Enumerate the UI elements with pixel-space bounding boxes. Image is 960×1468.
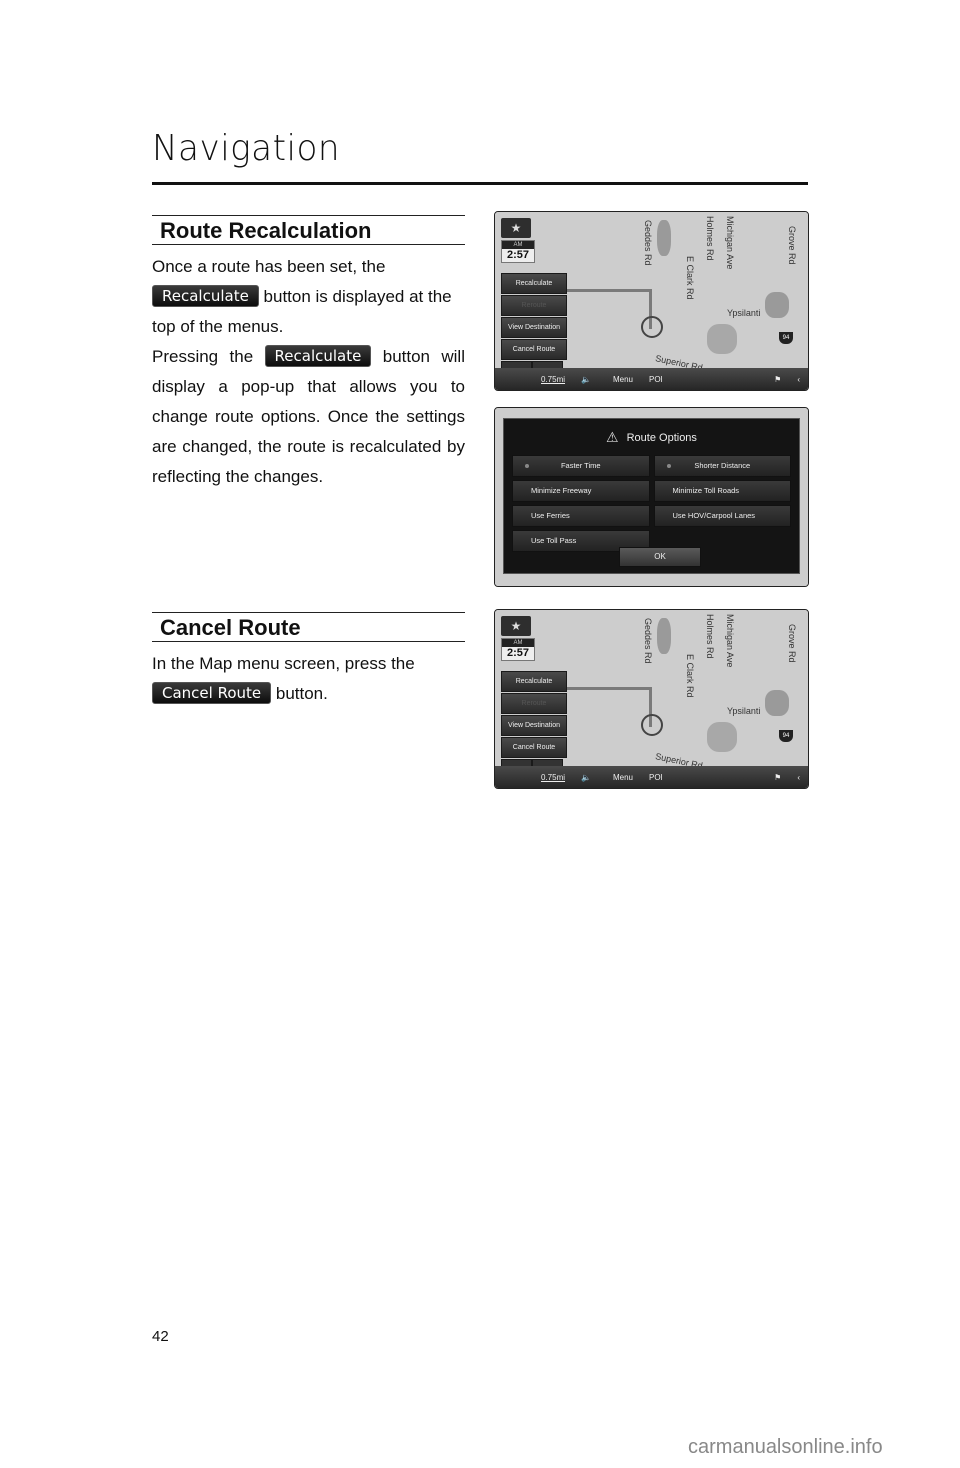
option-label: Minimize Toll Roads <box>672 486 740 495</box>
page-number: 42 <box>152 1328 169 1345</box>
star-icon[interactable]: ★ <box>501 218 531 238</box>
road-label: E Clark Rd <box>685 256 695 300</box>
title-divider <box>152 182 808 185</box>
cancel-paragraph: In the Map menu screen, press the Cancel… <box>152 649 465 709</box>
route-line <box>563 687 651 690</box>
road-label: Grove Rd <box>787 226 797 265</box>
section-heading-route-recalculation: Route Recalculation <box>152 215 465 245</box>
cancel-route-button[interactable]: Cancel Route <box>501 339 567 360</box>
checkered-flag-icon[interactable]: ⚑ <box>766 773 789 782</box>
cancel-route-button-inline: Cancel Route <box>152 682 272 704</box>
road-label: Geddes Rd <box>643 220 653 266</box>
star-icon[interactable]: ★ <box>501 616 531 636</box>
road-label: Holmes Rd <box>705 614 715 659</box>
road-label: Holmes Rd <box>705 216 715 261</box>
option-shorter-distance[interactable]: Shorter Distance <box>653 455 791 477</box>
popup-title-text: Route Options <box>626 432 697 444</box>
map-bottom-bar: 0.75mi 🔈 Menu POI ⚑ ‹ <box>495 766 808 788</box>
ampm: AM <box>502 639 534 647</box>
option-label: Minimize Freeway <box>531 486 592 495</box>
lake <box>657 220 671 256</box>
view-destination-button[interactable]: View Destination <box>501 317 567 338</box>
clock: AM 2:57 <box>501 638 535 661</box>
chevron-left-icon[interactable]: ‹ <box>789 773 808 782</box>
highway-shield: 94 <box>779 332 793 344</box>
road-label: Michigan Ave <box>725 614 735 668</box>
checkered-flag-icon[interactable]: ⚑ <box>766 375 789 384</box>
lake <box>765 690 789 716</box>
popup-title: ⚠ Route Options <box>504 427 799 447</box>
text: button will display a pop-up that allows… <box>152 347 465 486</box>
page-title: Navigation <box>152 128 341 169</box>
car-position-marker <box>641 714 663 736</box>
option-faster-time[interactable]: Faster Time <box>512 455 650 477</box>
speaker-icon[interactable]: 🔈 <box>573 773 599 782</box>
recalc-paragraph-1: Once a route has been set, the Recalcula… <box>152 252 465 342</box>
route-options-popup: ⚠ Route Options Faster Time Shorter Dista… <box>503 418 800 574</box>
menu-button[interactable]: Menu <box>605 375 641 384</box>
map-screenshot-1: Geddes Rd Holmes Rd Michigan Ave E Clark… <box>494 211 809 391</box>
recalculate-button-inline: Recalculate <box>264 345 372 367</box>
view-destination-button[interactable]: View Destination <box>501 715 567 736</box>
warning-icon: ⚠ <box>606 429 619 445</box>
option-minimize-toll-roads[interactable]: Minimize Toll Roads <box>653 480 791 502</box>
speaker-icon[interactable]: 🔈 <box>573 375 599 384</box>
section-heading-cancel-route: Cancel Route <box>152 612 465 642</box>
watermark: carmanualsonline.info <box>688 1436 883 1458</box>
text: Once a route has been set, the <box>152 257 386 276</box>
option-label: Faster Time <box>560 461 601 470</box>
section-heading-text: Cancel Route <box>160 615 301 640</box>
road-label: Ypsilanti <box>727 308 761 318</box>
road-label: Ypsilanti <box>727 706 761 716</box>
road-label: E Clark Rd <box>685 654 695 698</box>
cancel-route-button[interactable]: Cancel Route <box>501 737 567 758</box>
radio-indicator <box>525 464 529 468</box>
option-label: Use Toll Pass <box>531 536 577 545</box>
park <box>707 722 737 752</box>
option-label: Use Ferries <box>531 511 570 520</box>
recalculate-button[interactable]: Recalculate <box>501 671 567 692</box>
scale-indicator[interactable]: 0.75mi <box>533 375 573 384</box>
option-use-ferries[interactable]: Use Ferries <box>512 505 650 527</box>
chevron-left-icon[interactable]: ‹ <box>789 375 808 384</box>
clock: AM 2:57 <box>501 240 535 263</box>
road-label: Michigan Ave <box>725 216 735 270</box>
reroute-button[interactable]: Reroute <box>501 693 567 714</box>
highway-shield: 94 <box>779 730 793 742</box>
recalc-paragraph-2: Pressing the Recalculate button will dis… <box>152 342 465 492</box>
lake <box>765 292 789 318</box>
ampm: AM <box>502 241 534 249</box>
section-heading-text: Route Recalculation <box>160 218 372 243</box>
route-line <box>563 289 651 292</box>
poi-button[interactable]: POI <box>641 375 671 384</box>
poi-button[interactable]: POI <box>641 773 671 782</box>
route-options-grid: Faster Time Shorter Distance Minimize Fr… <box>512 455 791 552</box>
map-bottom-bar: 0.75mi 🔈 Menu POI ⚑ ‹ <box>495 368 808 390</box>
option-minimize-freeway[interactable]: Minimize Freeway <box>512 480 650 502</box>
ok-button[interactable]: OK <box>619 547 701 567</box>
road-label: Grove Rd <box>787 624 797 663</box>
text: button. <box>271 684 328 703</box>
recalculate-button-inline: Recalculate <box>152 285 259 307</box>
route-options-screenshot: ⚠ Route Options Faster Time Shorter Dista… <box>494 407 809 587</box>
menu-button[interactable]: Menu <box>605 773 641 782</box>
time: 2:57 <box>502 647 534 660</box>
lake <box>657 618 671 654</box>
text: In the Map menu screen, press the <box>152 654 415 673</box>
map-side-menu: ★ AM 2:57 Recalculate Reroute View Desti… <box>501 616 567 780</box>
map-side-menu: ★ AM 2:57 Recalculate Reroute View Desti… <box>501 218 567 382</box>
recalculate-button[interactable]: Recalculate <box>501 273 567 294</box>
scale-indicator[interactable]: 0.75mi <box>533 773 573 782</box>
radio-indicator <box>666 464 671 468</box>
option-label: Shorter Distance <box>694 461 751 470</box>
reroute-button[interactable]: Reroute <box>501 295 567 316</box>
option-use-hov-lanes[interactable]: Use HOV/Carpool Lanes <box>653 505 791 527</box>
park <box>707 324 737 354</box>
text: Pressing the <box>152 347 265 366</box>
time: 2:57 <box>502 249 534 262</box>
car-position-marker <box>641 316 663 338</box>
map-screenshot-2: Geddes Rd Holmes Rd Michigan Ave E Clark… <box>494 609 809 789</box>
option-label: Use HOV/Carpool Lanes <box>672 511 756 520</box>
road-label: Geddes Rd <box>643 618 653 664</box>
